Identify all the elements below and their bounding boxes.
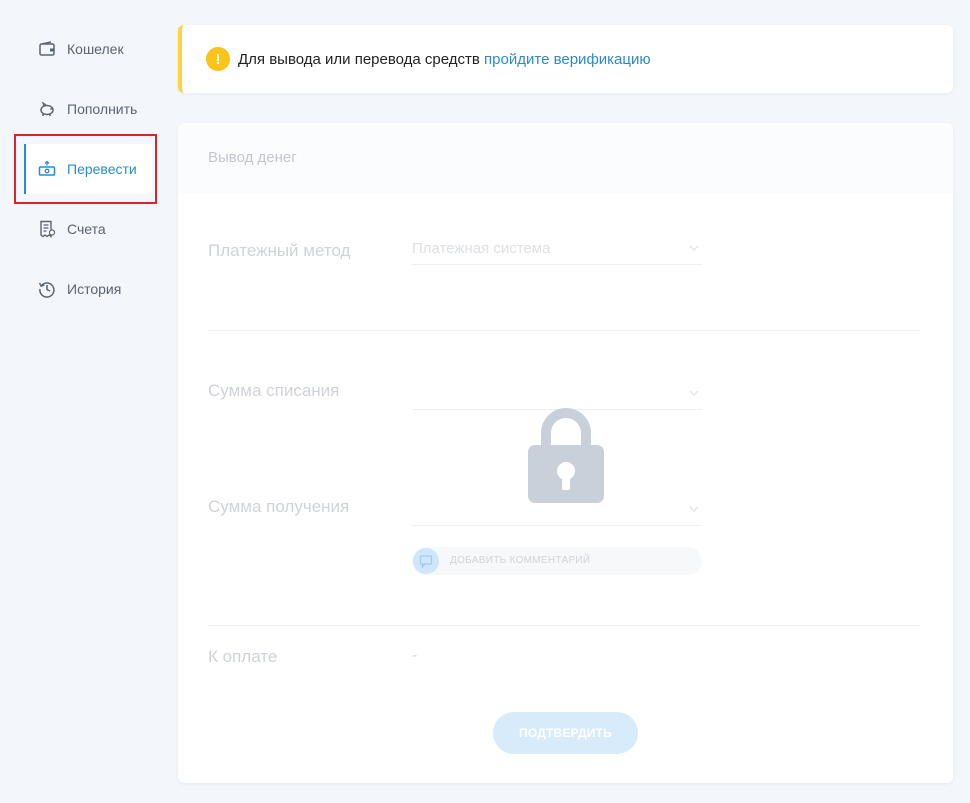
divider xyxy=(208,330,920,331)
sidebar-item-label: Пополнить xyxy=(67,101,138,117)
sidebar-item-wallet[interactable]: Кошелек xyxy=(24,24,152,74)
add-comment-label: ДОБАВИТЬ КОММЕНТАРИЙ xyxy=(450,555,591,566)
verification-notice: ! Для вывода или перевода средств пройди… xyxy=(178,25,953,93)
add-comment-button[interactable]: ДОБАВИТЬ КОММЕНТАРИЙ xyxy=(412,547,702,575)
sidebar: Кошелек Пополнить Перевести Счета Истори… xyxy=(0,0,165,803)
sidebar-item-label: Перевести xyxy=(67,161,137,177)
wallet-icon xyxy=(39,41,55,56)
verification-link[interactable]: пройдите верификацию xyxy=(484,51,651,68)
divider xyxy=(208,625,920,626)
sidebar-item-invoices[interactable]: Счета xyxy=(24,204,152,254)
sidebar-item-label: Кошелек xyxy=(67,41,124,57)
card-title: Вывод денег xyxy=(208,149,297,166)
money-transfer-icon xyxy=(38,160,56,176)
sidebar-item-transfer[interactable]: Перевести xyxy=(24,144,152,194)
chevron-down-icon xyxy=(689,245,699,252)
debit-amount-label: Сумма списания xyxy=(208,381,340,400)
to-pay-label: К оплате xyxy=(208,647,278,666)
withdraw-card: Вывод денег Платежный метод Платежная си… xyxy=(178,123,953,783)
sidebar-item-label: Счета xyxy=(67,221,106,237)
to-pay-value: - xyxy=(412,647,418,664)
payment-system-placeholder: Платежная система xyxy=(412,240,551,257)
payment-system-select[interactable]: Платежная система xyxy=(412,236,702,265)
receive-amount-label: Сумма получения xyxy=(208,497,350,516)
piggy-bank-icon xyxy=(40,101,54,116)
chevron-down-icon xyxy=(689,506,699,513)
info-icon: ! xyxy=(206,47,230,71)
lock-icon xyxy=(528,408,604,503)
notice-text: Для вывода или перевода средств xyxy=(238,50,485,68)
payment-method-label: Платежный метод xyxy=(208,241,351,260)
sidebar-item-top-up[interactable]: Пополнить xyxy=(24,84,152,134)
sidebar-item-history[interactable]: История xyxy=(24,264,152,314)
notice-message: Для вывода или перевода средств пройдите… xyxy=(238,51,651,68)
confirm-button[interactable]: ПОДТВЕРДИТЬ xyxy=(493,712,638,754)
card-header: Вывод денег xyxy=(178,123,953,193)
chevron-down-icon xyxy=(689,390,699,397)
sidebar-item-label: История xyxy=(67,281,122,297)
invoice-icon xyxy=(40,220,56,238)
history-icon xyxy=(38,282,55,298)
comment-icon xyxy=(413,548,439,574)
